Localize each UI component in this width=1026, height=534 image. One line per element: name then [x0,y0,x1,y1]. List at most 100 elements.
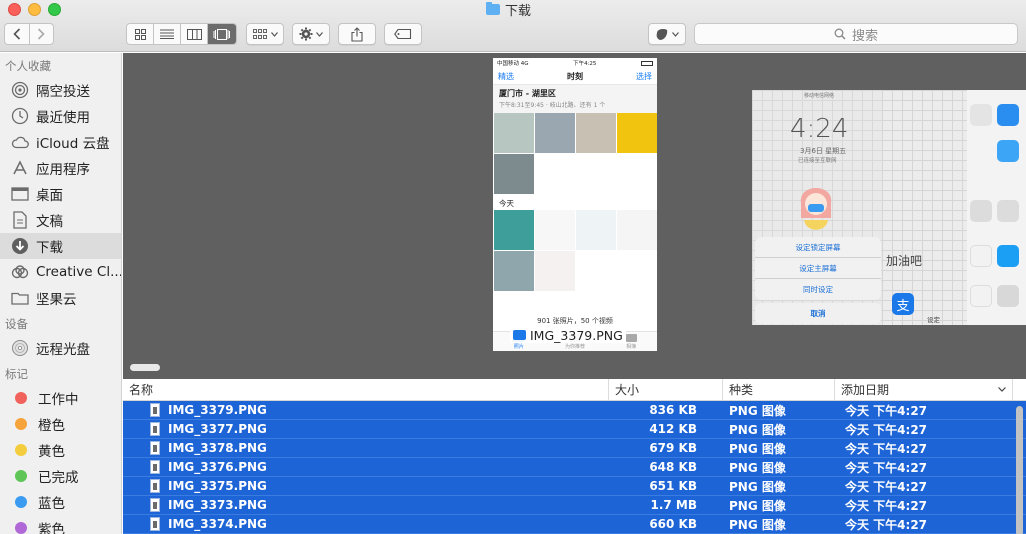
phone-photo-grid-today [493,210,657,291]
file-kind: PNG 图像 [729,460,786,475]
table-row[interactable]: IMG_3376.PNG 648 KB PNG 图像 今天 下午4:27 [123,458,1026,477]
sidebar-header-tags: 标记 [5,367,28,381]
girl-illustration-icon [800,188,832,230]
phone-location-sub: 下午8:31至9:45 · 岐山北路、还有 1 个 [499,102,606,109]
phone-nav-bar: 精选 时刻 选择 [493,68,657,85]
file-date-added: 今天 下午4:27 [845,403,928,418]
app-tile [970,104,992,126]
back-button[interactable] [5,24,30,44]
png-file-icon [150,403,160,417]
icon-view-button[interactable] [127,24,154,44]
sidebar-item-label: 已完成 [38,470,79,486]
file-size: 651 KB [649,479,697,493]
column-header-kind[interactable]: 种类 [723,379,835,400]
sidebar-header-devices: 设备 [5,317,28,331]
disc-icon [11,339,29,357]
search-input[interactable]: 搜索 [694,23,1018,45]
action-group: 设定锁定屏幕 设定主屏幕 同时设定 [755,237,881,300]
app-tile [997,104,1019,126]
sidebar-item-remote-disc[interactable]: 远程光盘 [0,335,121,361]
applications-icon [11,159,29,177]
forward-button[interactable] [30,24,54,44]
column-view-button[interactable] [181,24,208,44]
column-header-name[interactable]: 名称 [123,379,609,400]
action-set-lock: 设定锁定屏幕 [755,237,881,258]
phone-carrier: 中国移动 4G [497,61,529,67]
sidebar-tag-yellow[interactable]: 黄色 [0,437,121,463]
sidebar-tag-orange[interactable]: 橙色 [0,411,121,437]
tag-orange-dot-icon [15,418,27,430]
desktop-icon [11,185,29,203]
sidebar-item-applications[interactable]: 应用程序 [0,155,121,181]
file-kind: PNG 图像 [729,441,786,456]
list-scrollbar[interactable] [1016,406,1023,534]
gallery-preview[interactable]: 中国移动 4G 下午4:25 精选 时刻 选择 厦门市 - 湖里区 下午8:31… [123,53,1026,379]
action-set-home: 设定主屏幕 [755,258,881,279]
sidebar: 个人收藏 隔空投送 最近使用 iCloud 云盘 应用程序 桌面 文稿 下载 C… [0,53,122,534]
zoom-button[interactable] [48,3,61,16]
file-date-added: 今天 下午4:27 [845,422,928,437]
tag-green-dot-icon [15,470,27,482]
file-date-added: 今天 下午4:27 [845,441,928,456]
table-row[interactable]: IMG_3377.PNG 412 KB PNG 图像 今天 下午4:27 [123,420,1026,439]
sidebar-tag-blue[interactable]: 蓝色 [0,489,121,515]
sidebar-item-downloads[interactable]: 下载 [0,233,121,259]
gallery-scroll-thumb[interactable] [130,364,160,371]
minimize-button[interactable] [28,3,41,16]
action-button[interactable] [292,23,330,45]
app-tile [970,200,992,222]
view-switcher [126,23,237,45]
group-button[interactable] [246,23,284,45]
sidebar-item-label: 远程光盘 [36,342,90,358]
list-view-button[interactable] [154,24,181,44]
phone-select-label: 选择 [636,71,652,81]
sidebar-item-jianguoyun[interactable]: 坚果云 [0,285,121,311]
sidebar-item-icloud[interactable]: iCloud 云盘 [0,129,121,155]
file-kind: PNG 图像 [729,498,786,513]
file-size: 1.7 MB [650,498,697,512]
file-name: IMG_3377.PNG [168,422,267,436]
sidebar-item-airdrop[interactable]: 隔空投送 [0,77,121,103]
window-title-text: 下载 [505,3,532,19]
file-name: IMG_3375.PNG [168,479,267,493]
chevron-down-icon [672,31,679,37]
png-file-icon [150,517,160,531]
file-size: 660 KB [649,517,697,531]
sidebar-item-documents[interactable]: 文稿 [0,207,121,233]
sidebar-item-creative-cloud[interactable]: Creative Cl... [0,259,121,285]
alipay-app-icon: 支 [892,293,914,315]
table-row[interactable]: IMG_3375.PNG 651 KB PNG 图像 今天 下午4:27 [123,477,1026,496]
table-row[interactable]: IMG_3379.PNG 836 KB PNG 图像 今天 下午4:27 [123,401,1026,420]
sidebar-item-desktop[interactable]: 桌面 [0,181,121,207]
table-row[interactable]: IMG_3373.PNG 1.7 MB PNG 图像 今天 下午4:27 [123,496,1026,515]
gallery-view-button[interactable] [208,24,236,44]
column-header-size[interactable]: 大小 [609,379,723,400]
sidebar-item-recents[interactable]: 最近使用 [0,103,121,129]
window-title: 下载 [486,0,532,19]
sidebar-tag-working[interactable]: 工作中 [0,385,121,411]
sidebar-tag-purple[interactable]: 紫色 [0,515,121,534]
file-name: IMG_3373.PNG [168,498,267,512]
wallpaper-action-sheet: 设定锁定屏幕 设定主屏幕 同时设定 取消 [755,237,881,324]
gallery-scrollbar[interactable] [123,358,1026,378]
phone-location: 厦门市 - 湖里区 下午8:31至9:45 · 岐山北路、还有 1 个 [493,85,657,113]
file-kind: PNG 图像 [729,479,786,494]
sidebar-item-label: 紫色 [38,522,65,534]
tag-icon [394,29,412,39]
phone-tab-albums: 相簿 [625,333,637,350]
sidebar-item-label: 蓝色 [38,496,65,512]
table-row[interactable]: IMG_3374.PNG 660 KB PNG 图像 今天 下午4:27 [123,515,1026,534]
table-row[interactable]: IMG_3378.PNG 679 KB PNG 图像 今天 下午4:27 [123,439,1026,458]
phone-photo-count: 901 张照片，50 个视频 [537,317,613,325]
image-file-icon [513,330,526,340]
airdrop-icon [11,81,29,99]
column-header-date-added[interactable]: 添加日期 [835,379,1013,400]
lockscreen-date: 3月6日 星期五 [800,147,847,155]
tag-button[interactable] [384,23,422,45]
sidebar-tag-done[interactable]: 已完成 [0,463,121,489]
share-button[interactable] [338,23,376,45]
phone-photo-grid [493,113,657,194]
action-cancel: 取消 [755,303,881,324]
close-button[interactable] [8,3,21,16]
nutstore-button[interactable] [648,23,686,45]
